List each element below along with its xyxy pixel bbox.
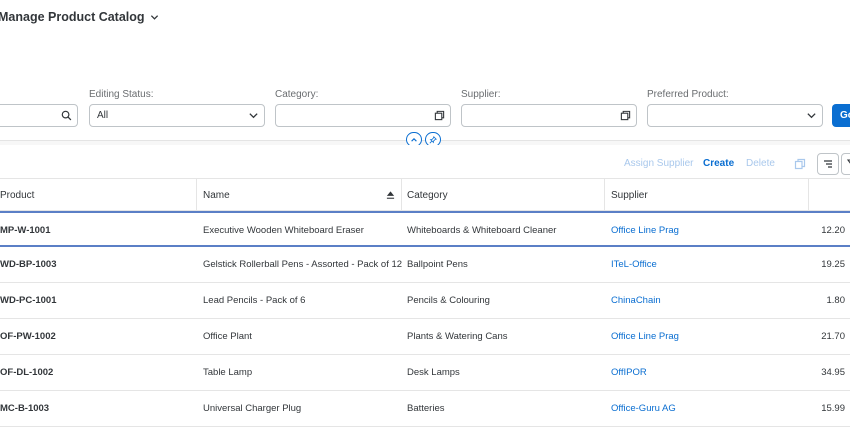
search-icon[interactable] bbox=[55, 105, 77, 126]
copy-icon[interactable] bbox=[789, 153, 811, 175]
cell-price: 21.70 bbox=[821, 330, 845, 342]
chevron-down-icon[interactable] bbox=[800, 105, 822, 126]
cell-product: WD-PC-1001 bbox=[0, 294, 57, 306]
page-title[interactable]: Manage Product Catalog bbox=[0, 10, 159, 24]
cell-product: OF-PW-1002 bbox=[0, 330, 56, 342]
assign-supplier-button[interactable]: Assign Supplier bbox=[624, 158, 693, 169]
table-row[interactable]: WD-BP-1003 Gelstick Rollerball Pens - As… bbox=[0, 247, 850, 283]
sort-ascending-icon bbox=[386, 191, 395, 199]
table-row[interactable]: MP-W-1001 Executive Wooden Whiteboard Er… bbox=[0, 211, 850, 247]
supplier-label: Supplier: bbox=[461, 89, 501, 100]
preferred-product-label: Preferred Product: bbox=[647, 89, 729, 100]
table-row[interactable]: OF-DL-1002 Table Lamp Desk Lamps OffIPOR… bbox=[0, 355, 850, 391]
cell-supplier-link[interactable]: Office-Guru AG bbox=[611, 391, 676, 425]
cell-name: Gelstick Rollerball Pens - Assorted - Pa… bbox=[203, 258, 403, 270]
value-help-icon[interactable] bbox=[428, 105, 450, 126]
page-header: Manage Product Catalog Editing Status: A… bbox=[0, 0, 850, 140]
cell-category: Whiteboards & Whiteboard Cleaner bbox=[407, 224, 557, 236]
sort-settings-icon[interactable] bbox=[817, 153, 839, 175]
cell-supplier-link[interactable]: OffIPOR bbox=[611, 355, 647, 389]
cell-product: WD-BP-1003 bbox=[0, 258, 57, 270]
cell-category: Plants & Watering Cans bbox=[407, 330, 508, 342]
cell-name: Office Plant bbox=[203, 330, 252, 342]
search-field[interactable] bbox=[0, 104, 78, 127]
cell-supplier-link[interactable]: Office Line Prag bbox=[611, 319, 679, 353]
cell-category: Desk Lamps bbox=[407, 366, 460, 378]
filter-settings-icon[interactable] bbox=[841, 153, 850, 175]
cell-supplier-link[interactable]: ITeL-Office bbox=[611, 247, 657, 281]
editing-status-select[interactable]: All bbox=[89, 104, 265, 127]
cell-category: Ballpoint Pens bbox=[407, 258, 468, 270]
editing-status-label: Editing Status: bbox=[89, 89, 154, 100]
delete-button[interactable]: Delete bbox=[746, 158, 775, 169]
cell-name: Executive Wooden Whiteboard Eraser bbox=[203, 224, 364, 236]
cell-price: 34.95 bbox=[821, 366, 845, 378]
product-table: Product Name Category Supplier MP-W-1001… bbox=[0, 178, 850, 427]
column-separator bbox=[401, 179, 402, 211]
chevron-down-icon bbox=[150, 14, 158, 20]
table-header: Product Name Category Supplier bbox=[0, 178, 850, 211]
preferred-product-select[interactable] bbox=[647, 104, 823, 127]
value-help-icon[interactable] bbox=[614, 105, 636, 126]
table-row[interactable]: WD-PC-1001 Lead Pencils - Pack of 6 Penc… bbox=[0, 283, 850, 319]
cell-supplier-link[interactable]: Office Line Prag bbox=[611, 213, 679, 247]
cell-category: Pencils & Colouring bbox=[407, 294, 490, 306]
cell-product: OF-DL-1002 bbox=[0, 366, 54, 378]
table-toolbar: Assign Supplier Create Delete bbox=[0, 145, 850, 178]
column-separator bbox=[196, 179, 197, 211]
column-separator bbox=[604, 179, 605, 211]
cell-product: MP-W-1001 bbox=[0, 224, 51, 236]
cell-name: Lead Pencils - Pack of 6 bbox=[203, 294, 306, 306]
supplier-input[interactable] bbox=[461, 104, 637, 127]
cell-supplier-link[interactable]: ChinaChain bbox=[611, 283, 661, 317]
table-row[interactable]: OF-PW-1002 Office Plant Plants & Waterin… bbox=[0, 319, 850, 355]
column-header-product[interactable]: Product bbox=[0, 179, 34, 211]
chevron-down-icon[interactable] bbox=[242, 105, 264, 126]
column-header-name[interactable]: Name bbox=[203, 179, 230, 211]
cell-category: Batteries bbox=[407, 402, 445, 414]
table-row[interactable]: MC-B-1003 Universal Charger Plug Batteri… bbox=[0, 391, 850, 427]
column-header-supplier[interactable]: Supplier bbox=[611, 179, 648, 211]
category-input[interactable] bbox=[275, 104, 451, 127]
cell-product: MC-B-1003 bbox=[0, 402, 50, 414]
cell-price: 1.80 bbox=[826, 294, 846, 306]
create-button[interactable]: Create bbox=[703, 158, 734, 169]
chevron-up-icon bbox=[411, 137, 417, 142]
column-header-category[interactable]: Category bbox=[407, 179, 448, 211]
cell-name: Universal Charger Plug bbox=[203, 402, 302, 414]
go-button[interactable]: Go bbox=[832, 104, 850, 127]
category-label: Category: bbox=[275, 89, 319, 100]
pin-icon bbox=[429, 135, 437, 143]
column-separator bbox=[808, 179, 809, 211]
cell-name: Table Lamp bbox=[203, 366, 253, 378]
cell-price: 12.20 bbox=[821, 224, 845, 236]
cell-price: 15.99 bbox=[821, 402, 845, 414]
cell-price: 19.25 bbox=[821, 258, 845, 270]
